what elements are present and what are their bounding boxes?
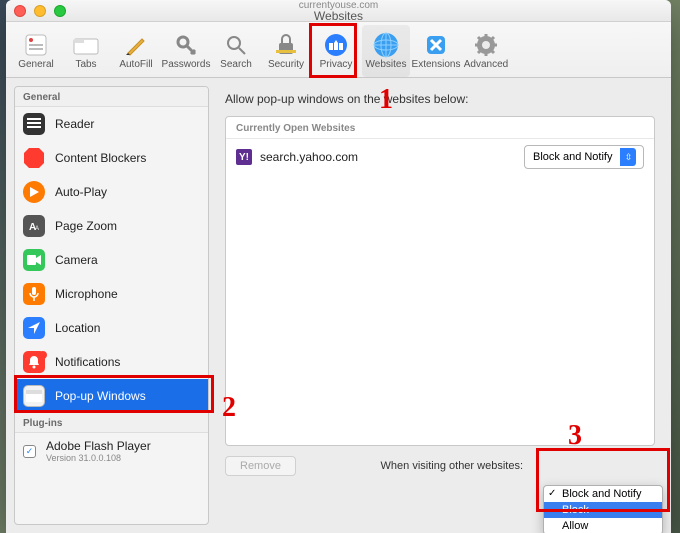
sidebar-item-page-zoom[interactable]: AA Page Zoom bbox=[15, 209, 208, 243]
tab-websites[interactable]: Websites bbox=[362, 25, 410, 77]
menu-option-allow[interactable]: Allow bbox=[544, 518, 662, 533]
tab-extensions[interactable]: Extensions bbox=[412, 25, 460, 77]
sidebar-item-reader[interactable]: Reader bbox=[15, 107, 208, 141]
website-name: search.yahoo.com bbox=[260, 150, 516, 164]
tab-privacy[interactable]: Privacy bbox=[312, 25, 360, 77]
sidebar-item-auto-play[interactable]: Auto-Play bbox=[15, 175, 208, 209]
sidebar-section-plugins: Plug-ins bbox=[15, 413, 208, 433]
remove-button[interactable]: Remove bbox=[225, 456, 296, 476]
tab-general[interactable]: General bbox=[12, 25, 60, 77]
websites-panel: Currently Open Websites Y! search.yahoo.… bbox=[225, 116, 655, 446]
window-subtitle: currentyouse.com bbox=[6, 0, 671, 11]
website-row[interactable]: Y! search.yahoo.com Block and Notify ⇳ bbox=[226, 139, 654, 175]
notification-badge-icon bbox=[39, 351, 47, 359]
sidebar-item-location[interactable]: Location bbox=[15, 311, 208, 345]
close-icon[interactable] bbox=[14, 5, 26, 17]
other-websites-menu[interactable]: Block and Notify Block Allow bbox=[543, 485, 663, 533]
preferences-window: currentyouse.com Websites General Tabs A… bbox=[6, 0, 671, 533]
chevron-updown-icon: ⇳ bbox=[620, 148, 636, 166]
menu-option-block[interactable]: Block bbox=[544, 502, 662, 518]
titlebar: currentyouse.com Websites bbox=[6, 0, 671, 22]
svg-text:A: A bbox=[35, 226, 39, 232]
window-title: Websites bbox=[6, 11, 671, 22]
section-label: Allow pop-up windows on the websites bel… bbox=[225, 92, 655, 106]
yahoo-favicon-icon: Y! bbox=[236, 149, 252, 165]
maximize-icon[interactable] bbox=[54, 5, 66, 17]
sidebar-item-popup-windows[interactable]: Pop-up Windows bbox=[15, 379, 208, 413]
sidebar-item-camera[interactable]: Camera bbox=[15, 243, 208, 277]
menu-option-block-notify[interactable]: Block and Notify bbox=[544, 486, 662, 502]
tab-tabs[interactable]: Tabs bbox=[62, 25, 110, 77]
tab-advanced[interactable]: Advanced bbox=[462, 25, 510, 77]
tab-autofill[interactable]: AutoFill bbox=[112, 25, 160, 77]
tab-passwords[interactable]: Passwords bbox=[162, 25, 210, 77]
sidebar-item-microphone[interactable]: Microphone bbox=[15, 277, 208, 311]
tab-search[interactable]: Search bbox=[212, 25, 260, 77]
main-pane: Allow pop-up windows on the websites bel… bbox=[209, 78, 671, 533]
preferences-toolbar: General Tabs AutoFill Passwords Search S… bbox=[6, 22, 671, 78]
minimize-icon[interactable] bbox=[34, 5, 46, 17]
sidebar-item-content-blockers[interactable]: Content Blockers bbox=[15, 141, 208, 175]
sidebar: General Reader Content Blockers Auto-Pla… bbox=[14, 86, 209, 525]
sidebar-item-flash[interactable]: ✓ Adobe Flash Player Version 31.0.0.108 bbox=[15, 433, 208, 469]
website-policy-dropdown[interactable]: Block and Notify ⇳ bbox=[524, 145, 644, 169]
tab-security[interactable]: Security bbox=[262, 25, 310, 77]
panel-header: Currently Open Websites bbox=[226, 117, 654, 139]
sidebar-item-notifications[interactable]: Notifications bbox=[15, 345, 208, 379]
sidebar-section-general: General bbox=[15, 87, 208, 107]
other-websites-label: When visiting other websites: bbox=[381, 460, 523, 472]
plugin-checkbox[interactable]: ✓ bbox=[23, 445, 36, 458]
